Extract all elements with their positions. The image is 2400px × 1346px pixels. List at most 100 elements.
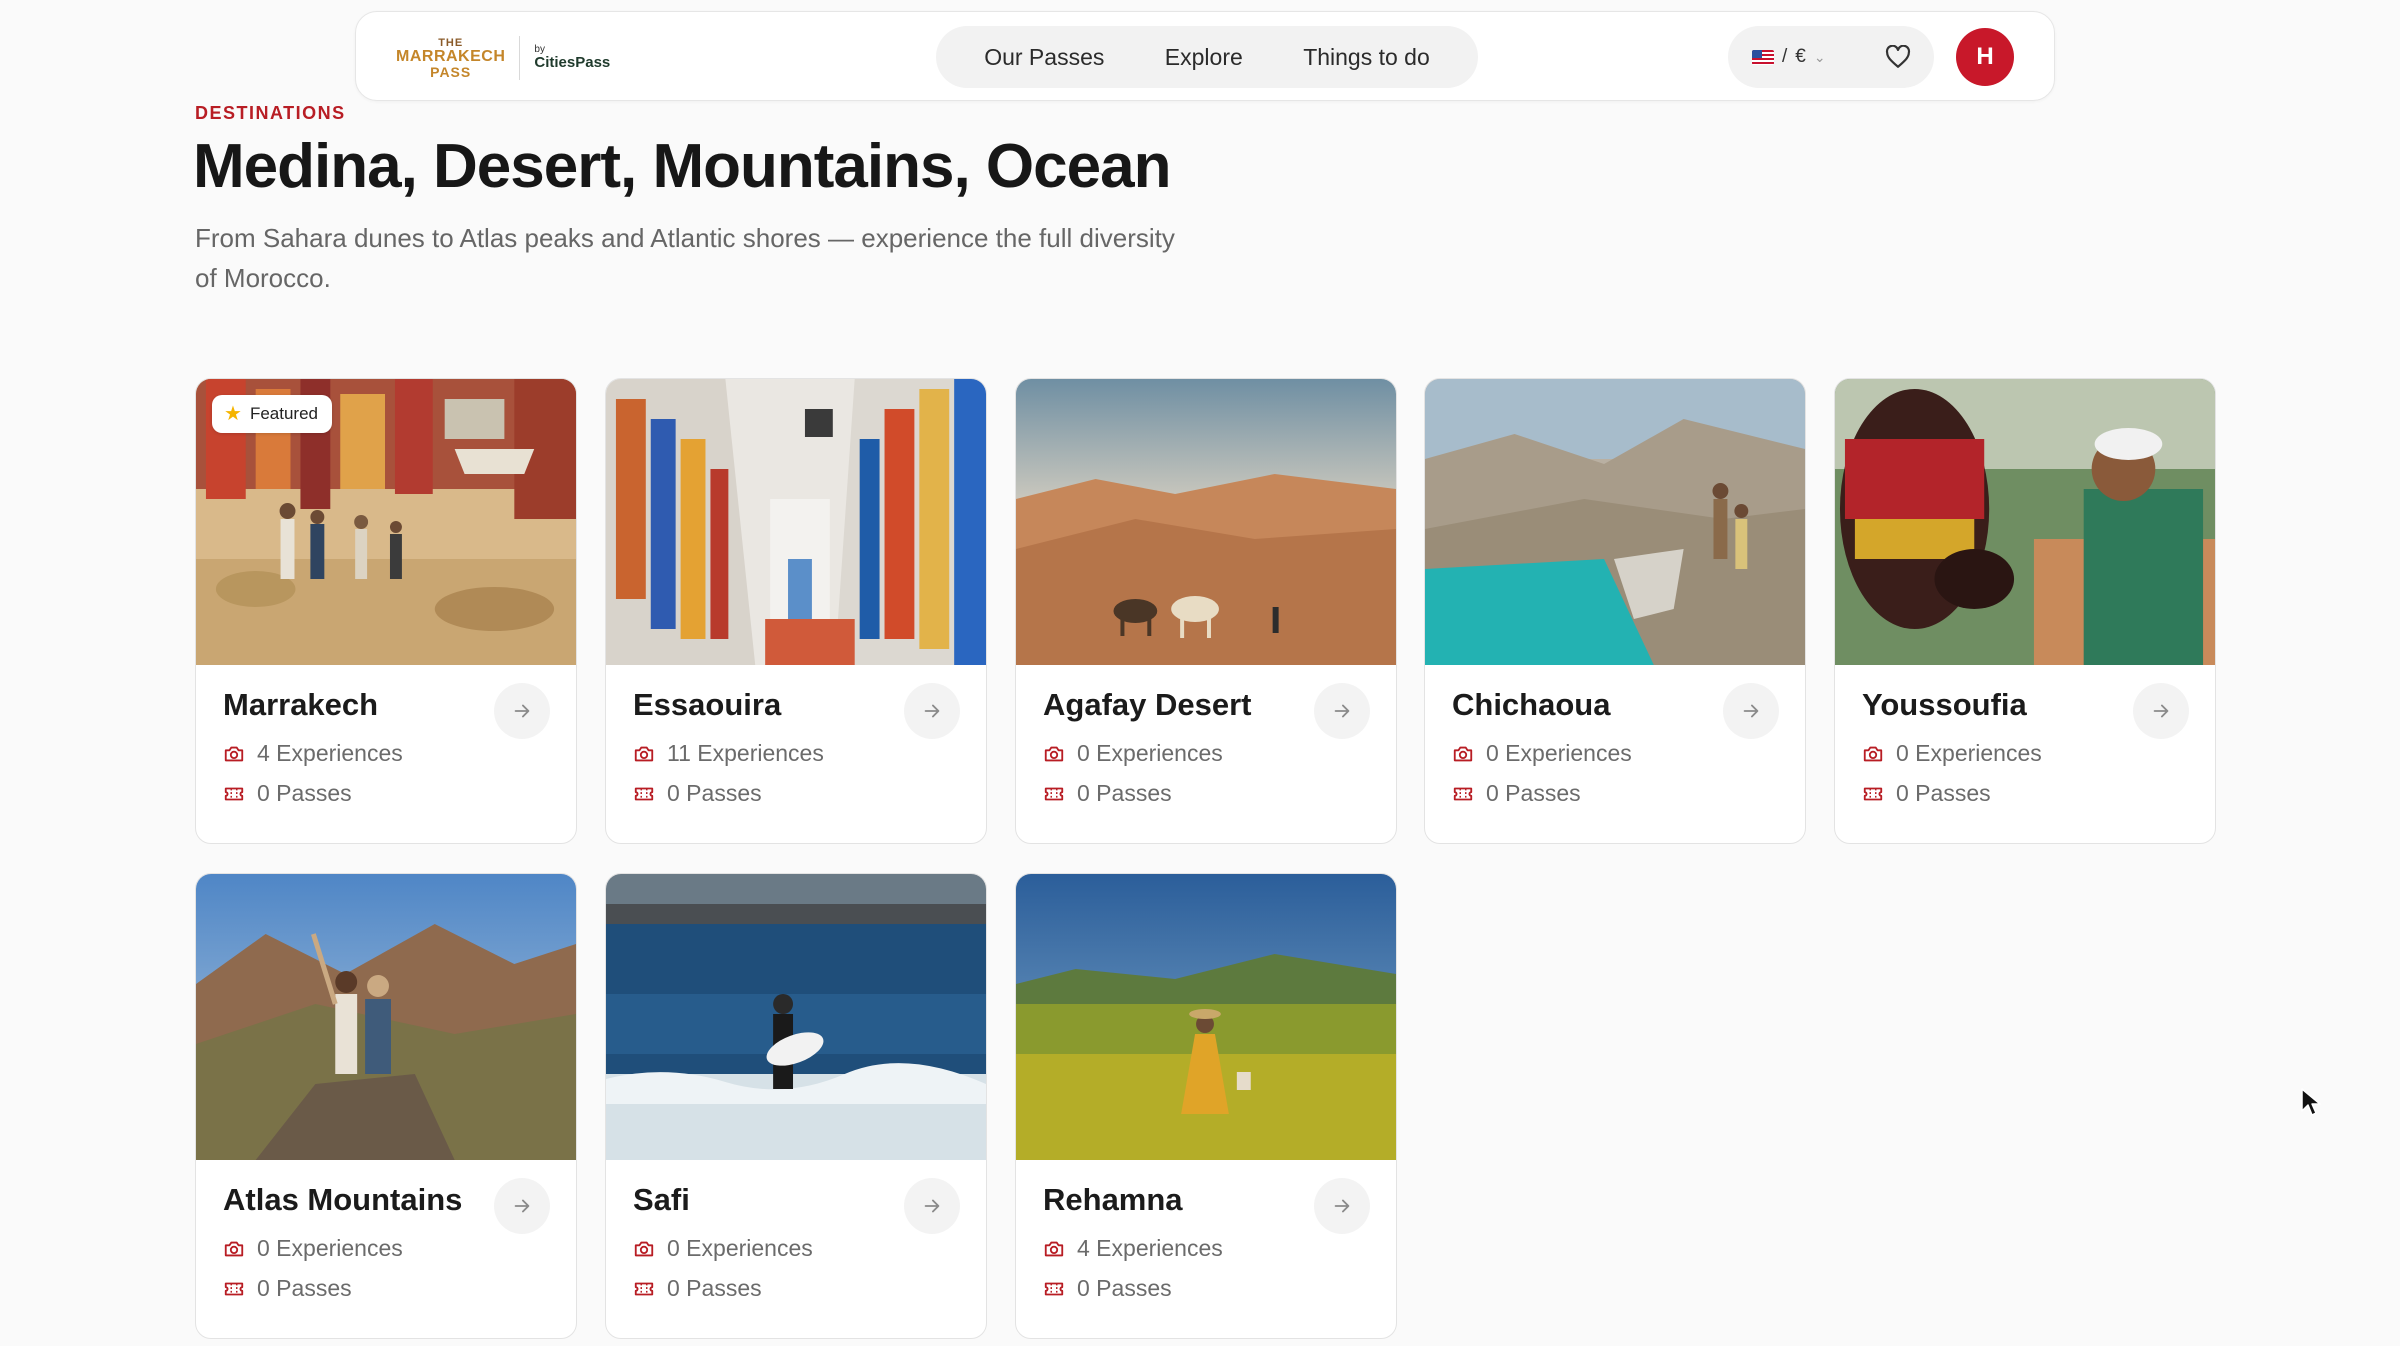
- nav-things-to-do[interactable]: Things to do: [1289, 34, 1444, 81]
- destination-card-youssoufia[interactable]: Youssoufia 0 Experiences 0 Passes: [1834, 378, 2216, 844]
- destination-card-chichaoua[interactable]: Chichaoua 0 Experiences 0 Passes: [1424, 378, 1806, 844]
- arrow-right-icon: [924, 704, 940, 718]
- heart-icon: [1885, 45, 1911, 68]
- ticket-icon: [634, 1282, 654, 1295]
- top-navigation-bar: THE MARRAKECH PASS by CitiesPass Our Pas…: [355, 11, 2055, 101]
- page-subtitle: From Sahara dunes to Atlas peaks and Atl…: [195, 223, 1175, 293]
- experiences-count: 0 Experiences: [1452, 740, 1632, 767]
- user-avatar[interactable]: H: [1956, 28, 2014, 86]
- passes-count: 0 Passes: [223, 780, 352, 807]
- ticket-icon: [1453, 787, 1473, 800]
- destination-card-essaouira[interactable]: Essaouira 11 Experiences 0 Passes: [605, 378, 987, 844]
- ticket-icon: [634, 787, 654, 800]
- experiences-count: 0 Experiences: [1043, 740, 1223, 767]
- passes-count: 0 Passes: [633, 780, 762, 807]
- destination-name: Atlas Mountains: [223, 1182, 463, 1217]
- experiences-label: 0 Experiences: [1077, 740, 1223, 766]
- arrow-right-icon: [924, 1199, 940, 1213]
- arrow-right-icon: [1334, 1199, 1350, 1213]
- arrow-right-icon: [1743, 704, 1759, 718]
- passes-label: 0 Passes: [257, 1275, 352, 1301]
- passes-label: 0 Passes: [1077, 780, 1172, 806]
- open-destination-button[interactable]: [1723, 683, 1779, 739]
- nav-explore[interactable]: Explore: [1151, 34, 1257, 81]
- destination-card-safi[interactable]: Safi 0 Experiences 0 Passes: [605, 873, 987, 1339]
- experiences-label: 0 Experiences: [257, 1235, 403, 1261]
- nav-our-passes[interactable]: Our Passes: [970, 34, 1118, 81]
- camera-icon: [634, 746, 654, 761]
- destination-name: Youssoufia: [1862, 687, 2027, 722]
- destination-name: Essaouira: [633, 687, 782, 722]
- star-icon: ★: [224, 403, 242, 425]
- destination-photo: [606, 379, 986, 665]
- destination-photo: [1835, 379, 2215, 665]
- us-flag-icon: [1752, 49, 1774, 65]
- open-destination-button[interactable]: [904, 683, 960, 739]
- logo-line1: THE: [438, 36, 464, 49]
- chevron-down-icon: ⌄: [1813, 48, 1826, 65]
- passes-label: 0 Passes: [1896, 780, 1991, 806]
- destination-card-rehamna[interactable]: Rehamna 4 Experiences 0 Passes: [1015, 873, 1397, 1339]
- logo-line2: MARRAKECH: [396, 47, 506, 65]
- experiences-label: 0 Experiences: [1486, 740, 1632, 766]
- favorites-button[interactable]: [1876, 35, 1920, 79]
- experiences-count: 0 Experiences: [223, 1235, 403, 1262]
- passes-count: 0 Passes: [1452, 780, 1581, 807]
- open-destination-button[interactable]: [904, 1178, 960, 1234]
- experiences-label: 4 Experiences: [257, 740, 403, 766]
- destination-card-marrakech[interactable]: ★ Featured Marrakech 4 Experiences 0 Pas…: [195, 378, 577, 844]
- cities-pass-logo: by CitiesPass: [534, 44, 610, 71]
- camera-icon: [1863, 746, 1883, 761]
- passes-label: 0 Passes: [667, 1275, 762, 1301]
- main-nav: Our Passes Explore Things to do: [936, 26, 1478, 88]
- destination-photo: [196, 874, 576, 1160]
- destination-card-agafay-desert[interactable]: Agafay Desert 0 Experiences 0 Passes: [1015, 378, 1397, 844]
- destination-name: Agafay Desert: [1043, 687, 1252, 722]
- camera-icon: [1044, 1241, 1064, 1256]
- ticket-icon: [1863, 787, 1883, 800]
- experiences-count: 0 Experiences: [1862, 740, 2042, 767]
- passes-count: 0 Passes: [1862, 780, 1991, 807]
- ticket-icon: [224, 787, 244, 800]
- passes-label: 0 Passes: [667, 780, 762, 806]
- logo-divider: [519, 36, 521, 80]
- arrow-right-icon: [1334, 704, 1350, 718]
- featured-badge: ★ Featured: [212, 395, 332, 433]
- camera-icon: [224, 1241, 244, 1256]
- open-destination-button[interactable]: [494, 683, 550, 739]
- destination-name: Rehamna: [1043, 1182, 1183, 1217]
- experiences-label: 11 Experiences: [667, 740, 824, 766]
- section-eyebrow: DESTINATIONS: [195, 103, 346, 123]
- destination-photo: [1425, 379, 1805, 665]
- ticket-icon: [1044, 1282, 1064, 1295]
- passes-count: 0 Passes: [633, 1275, 762, 1302]
- logo-mark: THE MARRAKECH PASS: [396, 36, 506, 80]
- marrakech-pass-logo[interactable]: THE MARRAKECH PASS by CitiesPass: [396, 34, 610, 82]
- passes-count: 0 Passes: [223, 1275, 352, 1302]
- logo-line3: PASS: [430, 63, 472, 80]
- arrow-right-icon: [514, 704, 530, 718]
- destination-photo: [606, 874, 986, 1160]
- open-destination-button[interactable]: [2133, 683, 2189, 739]
- locale-separator: /: [1782, 46, 1788, 67]
- arrow-right-icon: [2153, 704, 2169, 718]
- destination-name: Marrakech: [223, 687, 379, 722]
- experiences-count: 0 Experiences: [633, 1235, 813, 1262]
- destination-name: Chichaoua: [1452, 687, 1611, 722]
- open-destination-button[interactable]: [1314, 683, 1370, 739]
- camera-icon: [1044, 746, 1064, 761]
- destination-card-atlas-mountains[interactable]: Atlas Mountains 0 Experiences 0 Passes: [195, 873, 577, 1339]
- locale-and-favorites-group: / € ⌄: [1728, 26, 1934, 88]
- open-destination-button[interactable]: [1314, 1178, 1370, 1234]
- experiences-label: 0 Experiences: [667, 1235, 813, 1261]
- passes-label: 0 Passes: [257, 780, 352, 806]
- experiences-count: 4 Experiences: [1043, 1235, 1223, 1262]
- locale-currency-selector[interactable]: / € ⌄: [1740, 26, 1838, 88]
- ticket-icon: [1044, 787, 1064, 800]
- camera-icon: [224, 746, 244, 761]
- camera-icon: [1453, 746, 1473, 761]
- experiences-count: 4 Experiences: [223, 740, 403, 767]
- experiences-label: 0 Experiences: [1896, 740, 2042, 766]
- camera-icon: [634, 1241, 654, 1256]
- open-destination-button[interactable]: [494, 1178, 550, 1234]
